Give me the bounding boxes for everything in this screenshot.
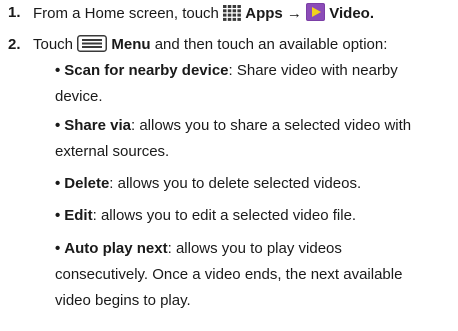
step-1-end: . — [369, 5, 375, 22]
bullet-dot: • — [55, 62, 61, 79]
option-desc-continued: consecutively. Once a video ends, the ne… — [55, 266, 403, 283]
menu-icon — [77, 35, 108, 58]
step-text: From a Home screen, touch Apps → Video. — [33, 3, 374, 27]
step-number: 1. — [8, 4, 21, 21]
apps-grid-icon — [223, 5, 241, 27]
option-term: Scan for nearby device — [64, 62, 229, 79]
step-text: Touch Menu and then touch an available o… — [33, 35, 387, 58]
option-edit: • Edit: allows you to edit a selected vid… — [55, 203, 455, 229]
option-share-via: • Share via: allows you to share a select… — [55, 113, 455, 165]
option-term: Share via — [64, 117, 131, 134]
option-desc-continued: video begins to play. — [55, 292, 191, 309]
option-desc-continued: external sources. — [55, 143, 170, 160]
bullet-dot: • — [55, 175, 61, 192]
bullet-dot: • — [55, 240, 61, 257]
step-2-intro: Touch — [33, 36, 74, 53]
menu-label: Menu — [111, 36, 151, 53]
option-desc: : allows you to share a selected video w… — [130, 117, 412, 134]
video-label: Video — [329, 5, 370, 22]
option-desc-continued: device. — [55, 88, 103, 105]
apps-label: Apps — [245, 5, 283, 22]
option-desc: : allows you to delete selected videos. — [109, 175, 362, 192]
option-term: Edit — [64, 207, 93, 224]
option-auto-play-next: • Auto play next: allows you to play vide… — [55, 236, 455, 314]
step-2-rest: and then touch an available option: — [154, 36, 388, 53]
step-number: 2. — [8, 36, 21, 53]
option-term: Auto play next — [64, 240, 168, 257]
option-desc: : Share video with nearby — [228, 62, 398, 79]
option-delete: • Delete: allows you to delete selected v… — [55, 171, 455, 197]
bullet-dot: • — [55, 117, 61, 134]
document-page: 1. From a Home screen, touch Apps → Vide… — [0, 0, 458, 331]
option-desc: : allows you to play videos — [167, 240, 342, 257]
arrow-glyph: → — [286, 5, 302, 22]
option-scan-for-nearby-device: • Scan for nearby device: Share video wit… — [55, 58, 455, 110]
bullet-dot: • — [55, 207, 61, 224]
option-term: Delete — [64, 175, 110, 192]
step-1-intro: From a Home screen, touch — [33, 5, 219, 22]
option-desc: : allows you to edit a selected video fi… — [92, 207, 357, 224]
video-play-icon — [306, 3, 326, 27]
